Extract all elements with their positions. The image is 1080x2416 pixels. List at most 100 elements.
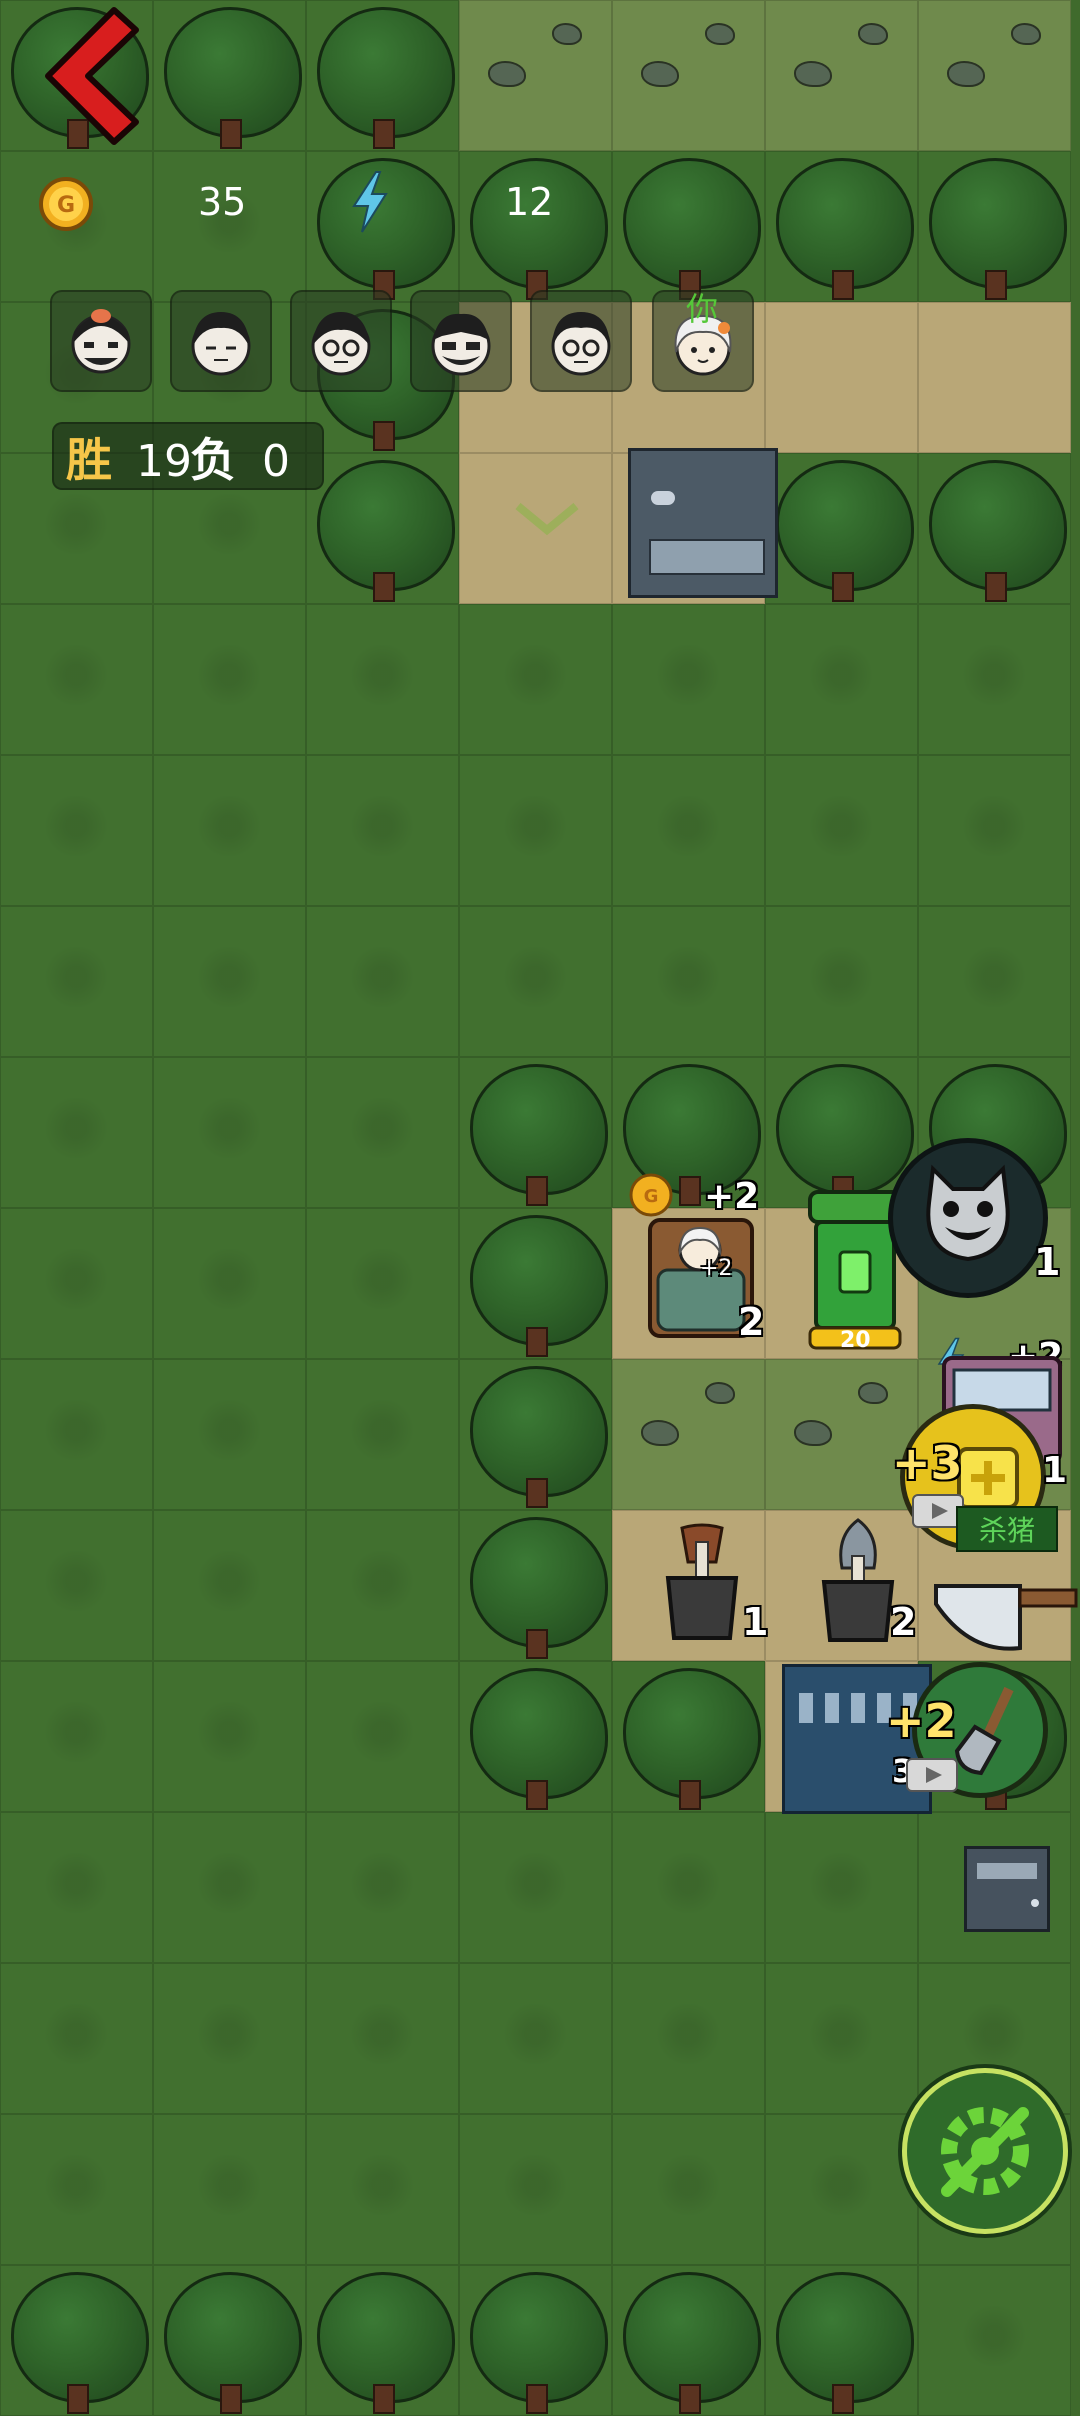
player-avatar-5-icon	[551, 312, 611, 376]
player-avatar-4[interactable]	[410, 290, 512, 392]
slaughter-pig-button[interactable]: 杀猪	[956, 1506, 1058, 1552]
broom-bucket-icon	[665, 1523, 739, 1640]
grass-tile	[459, 1963, 612, 2114]
grass-tile	[918, 755, 1071, 906]
grass-tile	[918, 906, 1071, 1057]
grass-tile	[306, 1963, 459, 2114]
monster-enemy[interactable]	[888, 1138, 1048, 1298]
grass-tile	[153, 1510, 306, 1661]
tree-tile	[459, 1661, 612, 1812]
energy-amount: 12	[505, 180, 554, 224]
grass-tile	[612, 1812, 765, 1963]
rocky-tile	[765, 0, 918, 151]
grass-tile	[765, 1963, 918, 2114]
chevron-left-icon	[45, 7, 139, 145]
grass-tile	[612, 604, 765, 755]
bed-coin-bonus: +2	[704, 1176, 760, 1217]
door-top[interactable]	[628, 448, 778, 598]
bed-count: 2	[738, 1300, 765, 1344]
grass-tile	[765, 2114, 918, 2265]
grass-tile	[306, 1510, 459, 1661]
gold-coin-icon: G	[38, 176, 94, 232]
grass-tile	[153, 1661, 306, 1812]
tree-tile	[765, 453, 918, 604]
player-avatar-1-icon	[71, 309, 131, 374]
tree-tile	[153, 2265, 306, 2416]
svg-text:G: G	[644, 1186, 659, 1207]
win-label: 胜	[66, 433, 112, 487]
grass-tile	[153, 906, 306, 1057]
grass-tile	[306, 906, 459, 1057]
tree-tile	[459, 151, 612, 302]
watch-ad-play-icon-2[interactable]	[906, 1758, 958, 1792]
grass-tile	[306, 1661, 459, 1812]
bed-inner-bonus: +2	[700, 1256, 733, 1281]
grass-tile	[0, 604, 153, 755]
grass-tile	[306, 1208, 459, 1359]
trash-can-count: 20	[840, 1328, 871, 1353]
settings-button[interactable]	[902, 2068, 1068, 2234]
tree-tile	[918, 453, 1071, 604]
grass-tile	[306, 1057, 459, 1208]
door-bottom-knob	[1031, 1899, 1039, 1907]
grass-tile	[306, 604, 459, 755]
grass-tile	[459, 2114, 612, 2265]
tree-tile	[153, 0, 306, 151]
grass-tile	[612, 906, 765, 1057]
player-avatar-5[interactable]	[530, 290, 632, 392]
door-bottom[interactable]	[964, 1846, 1050, 1932]
grass-tile	[459, 1812, 612, 1963]
grass-tile	[612, 755, 765, 906]
player-avatar-3[interactable]	[290, 290, 392, 392]
tree-tile	[459, 1510, 612, 1661]
grass-tile	[153, 1812, 306, 1963]
grass-tile	[153, 1208, 306, 1359]
grass-tile	[765, 755, 918, 906]
gold-amount: 35	[198, 180, 247, 224]
grass-tile	[0, 1208, 153, 1359]
grass-tile	[765, 906, 918, 1057]
grass-tile	[153, 1963, 306, 2114]
back-button[interactable]	[36, 6, 146, 146]
grass-tile	[612, 2114, 765, 2265]
cat-monster-icon	[926, 1164, 1010, 1262]
grass-tile	[306, 1812, 459, 1963]
grass-tile	[153, 604, 306, 755]
grass-tile	[0, 1359, 153, 1510]
rocky-tile	[612, 0, 765, 151]
grass-tile	[0, 755, 153, 906]
grass-tile	[918, 2265, 1071, 2416]
lightning-bolt-icon	[350, 170, 390, 234]
player-avatar-4-icon	[431, 313, 491, 376]
grass-tile	[153, 755, 306, 906]
grass-tile	[459, 755, 612, 906]
tree-tile	[459, 1208, 612, 1359]
you-tag: 你	[686, 290, 719, 328]
door-plate	[649, 539, 765, 575]
lose-label: 负	[190, 433, 236, 487]
rocky-tile	[612, 1359, 765, 1510]
grass-tile	[0, 2114, 153, 2265]
dirt-tile	[918, 302, 1071, 453]
grass-tile	[918, 604, 1071, 755]
tree-tile	[459, 2265, 612, 2416]
grass-tile	[765, 1812, 918, 1963]
tree-tile	[765, 151, 918, 302]
tree-tile	[306, 0, 459, 151]
grass-tile	[612, 1963, 765, 2114]
tree-tile	[765, 2265, 918, 2416]
grass-tile	[0, 1812, 153, 1963]
rocky-tile	[918, 0, 1071, 151]
tree-tile	[459, 1359, 612, 1510]
player-avatar-2[interactable]	[170, 290, 272, 392]
player-avatar-you[interactable]: 你	[652, 290, 754, 392]
shovel-bucket-count: 2	[890, 1600, 917, 1644]
grass-tile	[153, 151, 306, 302]
grass-tile	[153, 2114, 306, 2265]
tree-tile	[612, 151, 765, 302]
grass-tile	[0, 1661, 153, 1812]
player-avatar-1[interactable]	[50, 290, 152, 392]
lose-count: 0	[262, 436, 290, 487]
player-avatar-2-icon	[191, 312, 251, 376]
grass-tile	[459, 604, 612, 755]
